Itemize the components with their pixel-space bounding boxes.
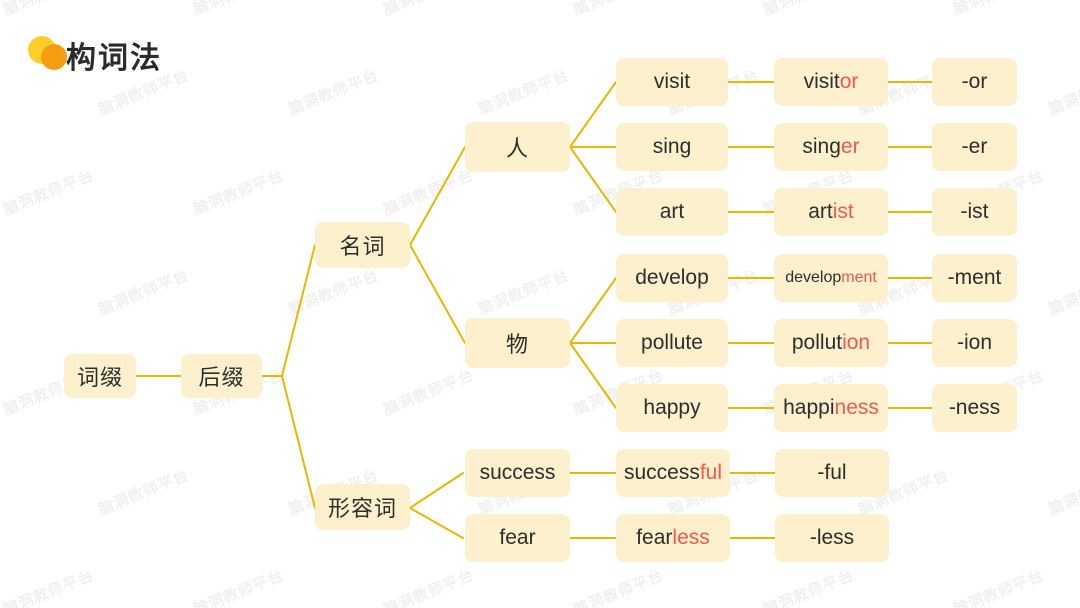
derived-stem: pollut — [791, 331, 843, 354]
link-thing-to-happy — [569, 342, 617, 409]
node-base-word[interactable]: sing — [616, 123, 728, 171]
suffix-label: -ment — [947, 266, 1002, 289]
base-word-label: visit — [653, 70, 691, 93]
suffix-label: -ist — [960, 200, 989, 223]
node-base-word[interactable]: pollute — [616, 319, 728, 367]
suffix-label: -ness — [948, 396, 1001, 419]
page-title: 构词法 — [66, 41, 162, 76]
node-base-word[interactable]: fear — [465, 514, 570, 562]
node-root-affix[interactable]: 词缀 — [64, 354, 136, 398]
link-thing-to-develop — [569, 277, 617, 344]
node-label: 词缀 — [76, 366, 123, 391]
node-noun[interactable]: 名词 — [315, 222, 410, 268]
base-word-label: develop — [635, 266, 709, 289]
link-noun-to-thing — [409, 244, 466, 344]
derived-stem: art — [808, 200, 833, 223]
node-label: 后缀 — [198, 366, 245, 391]
base-word-label: sing — [652, 135, 692, 158]
node-base-word[interactable]: develop — [616, 254, 728, 302]
derived-stem: visit — [803, 70, 840, 93]
node-suffix-chip[interactable]: -ness — [932, 384, 1017, 432]
node-label: 物 — [505, 333, 529, 358]
node-base-word[interactable]: visit — [616, 58, 728, 106]
derived-stem: happi — [783, 396, 835, 419]
node-derived-word[interactable]: sing er — [774, 123, 888, 171]
link-adj-to-fear — [409, 507, 464, 539]
node-person[interactable]: 人 — [465, 122, 570, 172]
suffix-label: -er — [961, 135, 988, 158]
node-suffix-chip[interactable]: -er — [932, 123, 1017, 171]
node-base-word[interactable]: art — [616, 188, 728, 236]
node-suffix-chip[interactable]: -or — [932, 58, 1017, 106]
node-suffix-chip[interactable]: -less — [775, 514, 889, 562]
base-word-label: happy — [643, 396, 701, 419]
node-derived-word[interactable]: art ist — [774, 188, 888, 236]
node-label: 形容词 — [327, 497, 397, 522]
node-adjective[interactable]: 形容词 — [315, 484, 410, 530]
node-suffix-chip[interactable]: -ful — [775, 449, 889, 497]
derived-stem: success — [623, 461, 700, 484]
node-label: 名词 — [339, 235, 386, 260]
link-suffix-to-adj — [281, 375, 316, 509]
base-word-label: art — [659, 200, 685, 223]
derived-suffix: or — [839, 70, 859, 93]
derived-stem: develop — [785, 269, 842, 286]
link-person-to-art — [569, 146, 617, 213]
node-derived-word[interactable]: fear less — [616, 514, 730, 562]
suffix-label: -less — [809, 526, 855, 549]
node-base-word[interactable]: success — [465, 449, 570, 497]
node-base-word[interactable]: happy — [616, 384, 728, 432]
derived-suffix: ful — [699, 461, 723, 484]
derived-suffix: less — [672, 526, 710, 549]
node-suffix-chip[interactable]: -ist — [932, 188, 1017, 236]
derived-suffix: ion — [842, 331, 871, 354]
link-adj-to-success — [409, 472, 464, 509]
node-suffix[interactable]: 后缀 — [181, 354, 262, 398]
node-label: 人 — [505, 137, 529, 162]
slide-canvas: 构词法 词缀 后缀 名词 形容词 人 物 visit visit or -or … — [0, 0, 1080, 608]
node-derived-word[interactable]: develop ment — [774, 254, 888, 302]
derived-stem: sing — [802, 135, 841, 158]
suffix-label: -ful — [817, 461, 847, 484]
link-noun-to-person — [409, 146, 466, 246]
node-derived-word[interactable]: visit or — [774, 58, 888, 106]
derived-stem: fear — [636, 526, 673, 549]
base-word-label: fear — [499, 526, 536, 549]
suffix-label: -or — [961, 70, 988, 93]
link-suffix-to-noun — [281, 244, 316, 377]
base-word-label: success — [479, 461, 556, 484]
derived-suffix: ist — [832, 200, 854, 223]
link-person-to-visit — [569, 81, 617, 148]
derived-suffix: ness — [834, 396, 879, 419]
logo-circle-front — [41, 44, 67, 70]
derived-suffix: ment — [841, 269, 877, 286]
derived-suffix: er — [840, 135, 860, 158]
node-derived-word[interactable]: success ful — [616, 449, 730, 497]
node-suffix-chip[interactable]: -ment — [932, 254, 1017, 302]
node-suffix-chip[interactable]: -ion — [932, 319, 1017, 367]
suffix-label: -ion — [956, 331, 993, 354]
node-thing[interactable]: 物 — [465, 318, 570, 368]
node-derived-word[interactable]: happi ness — [774, 384, 888, 432]
base-word-label: pollute — [641, 331, 703, 354]
node-derived-word[interactable]: pollut ion — [774, 319, 888, 367]
